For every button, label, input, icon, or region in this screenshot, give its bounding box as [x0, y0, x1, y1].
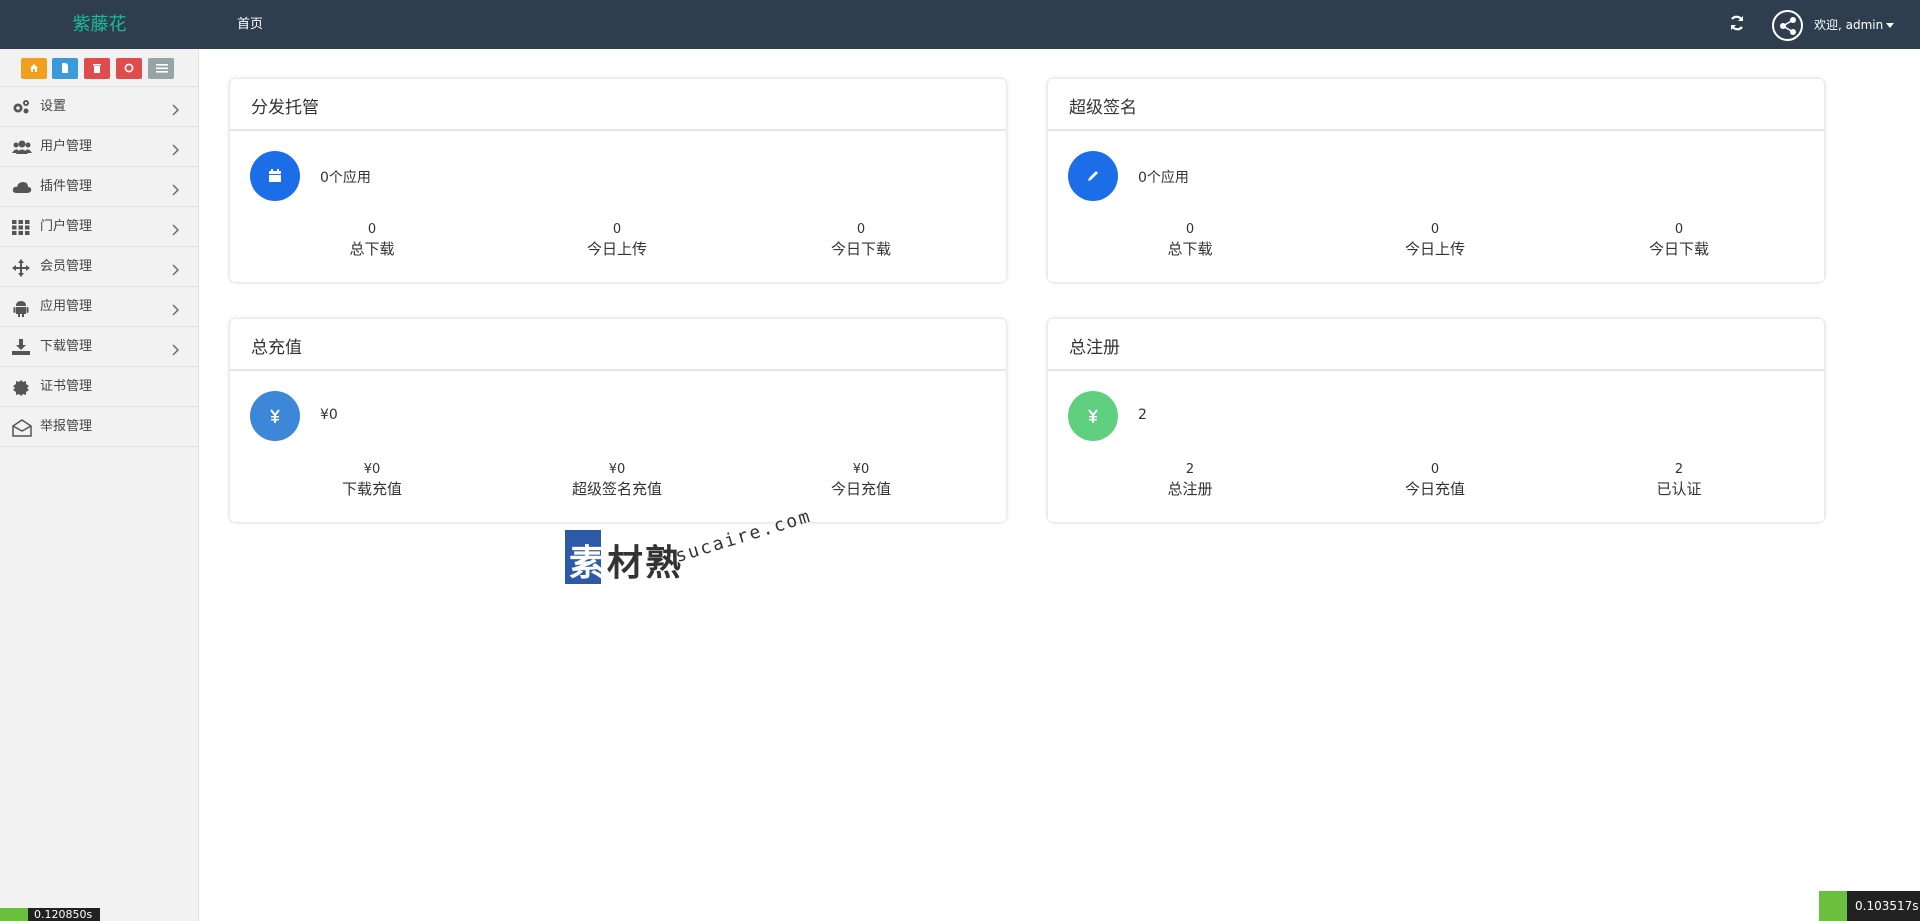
card-divider: [1048, 369, 1824, 371]
stat-today-recharge: ¥0 今日充值: [830, 462, 891, 498]
sidebar-item-reports[interactable]: 举报管理: [0, 407, 198, 447]
sidebar-item-label: 证书管理: [40, 379, 93, 394]
chevron-right-icon: [172, 101, 180, 116]
quick-action-bar: [0, 49, 198, 87]
sidebar-item-label: 举报管理: [40, 419, 93, 434]
watermark-cn: 素材熟: [569, 543, 684, 584]
stat-total-registrations: 2 总注册: [1167, 462, 1213, 498]
recharge-total: ¥0: [320, 407, 338, 423]
recharge-card: 总充值 ¥0 ¥0 下载充值 ¥0 超级签名充值 ¥0 今日充值: [230, 319, 1006, 522]
stat-total-downloads: 0 总下载: [349, 222, 395, 258]
refresh-icon[interactable]: [1728, 14, 1746, 32]
stat-verified: 2 已认证: [1656, 462, 1702, 498]
welcome-text: 欢迎, admin: [1814, 18, 1884, 32]
sidebar-item-label: 门户管理: [40, 219, 93, 234]
distribution-card: 分发托管 0个应用 0 总下载 0 今日上传 0 今日下载: [230, 79, 1006, 282]
yen-icon: [250, 391, 300, 441]
chevron-right-icon: [172, 181, 180, 196]
chevron-down-icon: [1886, 23, 1895, 28]
download-icon: [12, 339, 30, 355]
stat-total-downloads: 0 总下载: [1167, 222, 1213, 258]
chevron-right-icon: [172, 261, 180, 276]
sidebar-item-settings[interactable]: 设置: [0, 87, 198, 127]
chevron-right-icon: [172, 341, 180, 356]
stat-today-uploads: 0 今日上传: [1404, 222, 1465, 258]
card-title: 总充值: [251, 338, 302, 358]
leaf-icon: [1819, 891, 1847, 921]
certificate-icon: [12, 379, 30, 396]
app-count: 0个应用: [320, 170, 371, 186]
stat-today-uploads: 0 今日上传: [586, 222, 647, 258]
pencil-icon: [1068, 151, 1118, 201]
card-title: 总注册: [1069, 338, 1120, 358]
sidebar-item-apps[interactable]: 应用管理: [0, 287, 198, 327]
yen-icon: [1068, 391, 1118, 441]
list-icon[interactable]: [148, 58, 174, 79]
sidebar-item-label: 应用管理: [40, 299, 93, 314]
sidebar-item-members[interactable]: 会员管理: [0, 247, 198, 287]
card-title: 分发托管: [251, 98, 319, 118]
leaf-icon: [0, 908, 28, 921]
card-divider: [230, 369, 1006, 371]
sidebar-item-label: 会员管理: [40, 259, 93, 274]
sidebar-item-label: 用户管理: [40, 139, 93, 154]
sidebar-item-label: 设置: [40, 99, 67, 114]
sidebar-item-label: 插件管理: [40, 179, 93, 194]
watermark: 素材熟 sucaire.com: [565, 506, 815, 592]
card-divider: [230, 129, 1006, 131]
stat-today-downloads: 0 今日下载: [830, 222, 891, 258]
nav-home-link[interactable]: 首页: [237, 0, 263, 49]
stat-today-downloads: 0 今日下载: [1648, 222, 1709, 258]
stat-today-recharge: 0 今日充值: [1404, 462, 1465, 498]
home-icon[interactable]: [21, 58, 47, 79]
sidebar-item-plugins[interactable]: 插件管理: [0, 167, 198, 207]
trash-icon[interactable]: [84, 58, 110, 79]
share-avatar-icon[interactable]: [1772, 10, 1803, 41]
chevron-right-icon: [172, 301, 180, 316]
sidebar-item-label: 下载管理: [40, 339, 93, 354]
chevron-right-icon: [172, 221, 180, 236]
user-menu[interactable]: 欢迎, admin: [1814, 0, 1895, 49]
brand-logo[interactable]: 紫藤花: [0, 0, 199, 49]
users-icon: [12, 139, 32, 155]
file-icon[interactable]: [52, 58, 78, 79]
grid-icon: [12, 219, 30, 235]
card-divider: [1048, 129, 1824, 131]
top-navbar: 紫藤花 首页 欢迎, admin: [0, 0, 1920, 49]
recycle-icon[interactable]: [116, 58, 142, 79]
calendar-icon: [250, 151, 300, 201]
envelope-open-icon: [12, 419, 32, 437]
registration-card: 总注册 2 2 总注册 0 今日充值 2 已认证: [1048, 319, 1824, 522]
sidebar: 设置 用户管理 插件管理 门户管理 会员管理 应用管理 下载管理 证书管理 举报…: [0, 49, 199, 921]
debug-timer-left[interactable]: 0.120850s: [0, 908, 100, 921]
stat-download-recharge: ¥0 下载充值: [341, 462, 402, 498]
debug-timer-right[interactable]: 0.103517s: [1819, 891, 1920, 921]
sidebar-item-certificates[interactable]: 证书管理: [0, 367, 198, 407]
app-count: 0个应用: [1138, 170, 1189, 186]
move-icon: [12, 259, 30, 277]
registration-total: 2: [1138, 407, 1147, 423]
chevron-right-icon: [172, 141, 180, 156]
super-sign-card: 超级签名 0个应用 0 总下载 0 今日上传 0 今日下载: [1048, 79, 1824, 282]
cloud-icon: [12, 179, 32, 195]
card-title: 超级签名: [1069, 98, 1137, 118]
gears-icon: [12, 99, 30, 115]
sidebar-item-users[interactable]: 用户管理: [0, 127, 198, 167]
android-icon: [12, 299, 30, 317]
sidebar-item-portal[interactable]: 门户管理: [0, 207, 198, 247]
stat-super-sign-recharge: ¥0 超级签名充值: [571, 462, 662, 498]
sidebar-item-downloads[interactable]: 下载管理: [0, 327, 198, 367]
